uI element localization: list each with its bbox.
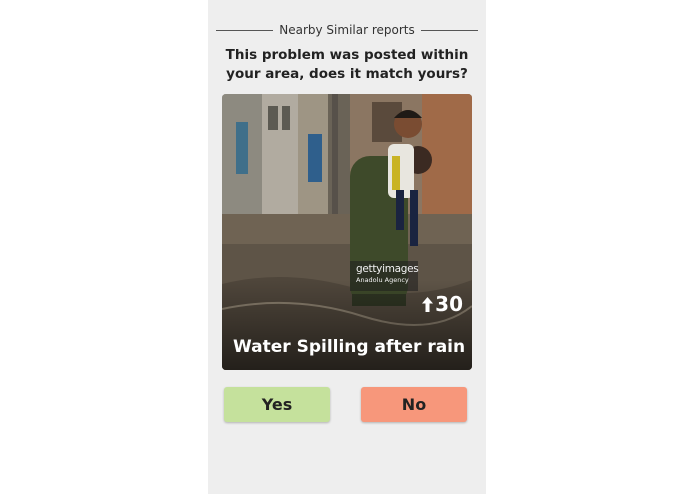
arrow-up-icon <box>422 296 434 312</box>
report-title: Water Spilling after rain <box>233 337 466 357</box>
divider-left <box>216 29 274 31</box>
upvote-counter[interactable]: 30 <box>422 293 463 315</box>
report-card[interactable]: gettyimages Anadolu Agency 30 Water Spil… <box>222 94 472 370</box>
getty-watermark: gettyimages Anadolu Agency <box>350 261 419 291</box>
match-question: This problem was posted within your area… <box>225 47 469 82</box>
watermark-credit: Anadolu Agency <box>356 276 409 284</box>
divider-right <box>420 29 478 31</box>
no-button[interactable]: No <box>361 387 467 422</box>
yes-button[interactable]: Yes <box>224 387 330 422</box>
app-screen: Nearby Similar reports This problem was … <box>208 0 486 494</box>
section-header: Nearby Similar reports <box>216 21 478 39</box>
watermark-brand: gettyimages <box>356 263 419 275</box>
section-title: Nearby Similar reports <box>279 23 415 37</box>
upvote-count: 30 <box>435 292 463 316</box>
